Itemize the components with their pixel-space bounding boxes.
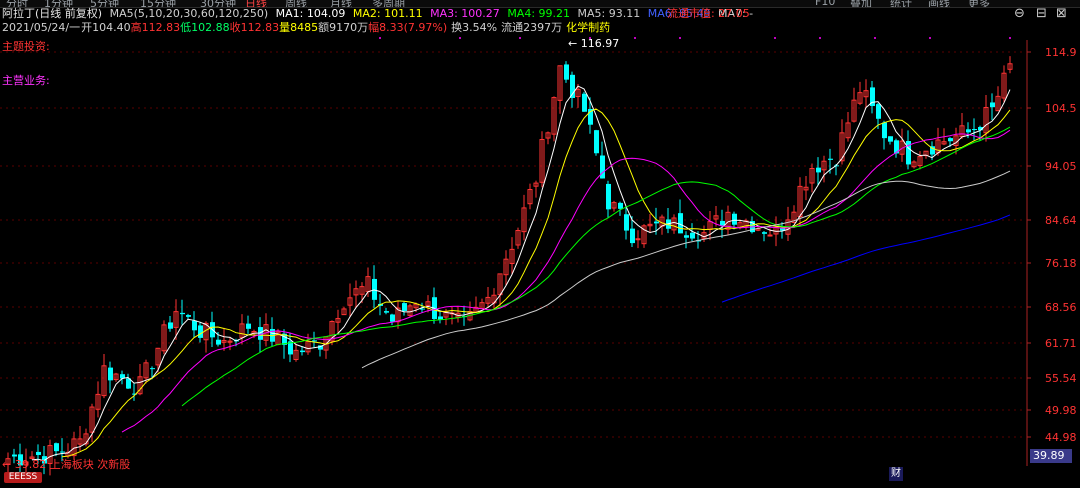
event-dot bbox=[634, 37, 636, 39]
event-dot bbox=[1009, 37, 1011, 39]
bottom-left-info: ← 39.82 上海板块 次新股 bbox=[2, 458, 130, 472]
candle-body bbox=[828, 158, 833, 160]
axis-tick-label: 55.54 bbox=[1045, 372, 1077, 385]
event-dot bbox=[874, 37, 876, 39]
candle-body bbox=[564, 64, 569, 80]
ma2-line bbox=[61, 108, 1011, 458]
axis-tick-label: 49.98 bbox=[1045, 404, 1077, 417]
candle-body bbox=[312, 340, 317, 342]
candle-body bbox=[990, 102, 995, 108]
candle-body bbox=[168, 322, 173, 329]
axis-tick-label: 44.98 bbox=[1045, 431, 1077, 444]
candle-body bbox=[390, 314, 395, 322]
event-dot bbox=[929, 37, 931, 39]
candle-body bbox=[300, 350, 305, 353]
candle-body bbox=[150, 368, 155, 370]
candle-body bbox=[767, 234, 773, 237]
low-marker-value: 39.82 bbox=[14, 458, 47, 471]
candle-body bbox=[384, 311, 389, 313]
ma1-line bbox=[31, 85, 1011, 462]
candle-body bbox=[36, 451, 41, 455]
axis-tick-label: 94.05 bbox=[1045, 160, 1077, 173]
candle-body bbox=[216, 339, 221, 345]
candle-body bbox=[108, 367, 113, 381]
candle-body bbox=[60, 451, 65, 453]
ma3-line bbox=[121, 129, 1011, 433]
axis-tick-label: 76.18 bbox=[1045, 257, 1077, 270]
axis-tick-label: 68.56 bbox=[1045, 301, 1077, 314]
candle-body bbox=[198, 325, 203, 338]
event-dot bbox=[379, 37, 381, 39]
candle-body bbox=[192, 320, 197, 331]
axis-tick-label: 84.64 bbox=[1045, 214, 1077, 227]
low-marker: ← 39.82 bbox=[2, 458, 47, 471]
event-dot bbox=[819, 37, 821, 39]
candle-body bbox=[684, 235, 689, 238]
candle-body bbox=[635, 238, 641, 241]
block-new-stock[interactable]: 次新股 bbox=[97, 458, 130, 471]
peak-label: ← 116.97 bbox=[568, 37, 619, 50]
candle-body bbox=[606, 183, 611, 210]
candle-body bbox=[372, 278, 377, 300]
finance-marker[interactable]: 财 bbox=[889, 467, 903, 481]
candle-body bbox=[12, 454, 17, 457]
current-price-box: 39.89 bbox=[1030, 449, 1072, 463]
event-dot bbox=[774, 37, 776, 39]
event-dot bbox=[459, 37, 461, 39]
event-dot bbox=[679, 37, 681, 39]
candle-body bbox=[690, 232, 695, 239]
candle-body bbox=[618, 202, 623, 209]
candle-body bbox=[186, 315, 191, 317]
candle-body bbox=[180, 312, 185, 315]
axis-tick-label: 61.71 bbox=[1045, 337, 1077, 350]
candle-body bbox=[582, 93, 587, 112]
candle-body bbox=[948, 138, 953, 142]
candle-body bbox=[654, 221, 659, 224]
candle-body bbox=[816, 167, 821, 173]
event-dot bbox=[519, 37, 521, 39]
candle-body bbox=[762, 232, 767, 234]
candle-body bbox=[972, 129, 977, 131]
candle-body bbox=[630, 228, 635, 244]
candlestick-chart[interactable]: 114.9 104.5 94.05 84.64 76.18 68.56 61.71 55.54… bbox=[0, 0, 1080, 488]
candle-body bbox=[594, 130, 599, 154]
candle-body bbox=[246, 323, 251, 329]
axis-tick-label: 104.5 bbox=[1045, 102, 1077, 115]
candle-body bbox=[54, 443, 59, 452]
ma5-line bbox=[361, 170, 1011, 369]
candle-body bbox=[624, 214, 629, 231]
candle-body bbox=[966, 129, 971, 133]
candle-body bbox=[876, 104, 881, 119]
candle-body bbox=[888, 136, 893, 142]
axis-tick-label: 114.9 bbox=[1045, 46, 1077, 59]
candle-body bbox=[402, 303, 407, 311]
ma4-line bbox=[181, 126, 1011, 407]
status-badge: EEESS bbox=[4, 472, 42, 483]
candle-body bbox=[732, 213, 737, 225]
candle-body bbox=[882, 122, 887, 139]
block-shanghai[interactable]: 上海板块 bbox=[50, 458, 94, 471]
candle-body bbox=[678, 213, 683, 234]
